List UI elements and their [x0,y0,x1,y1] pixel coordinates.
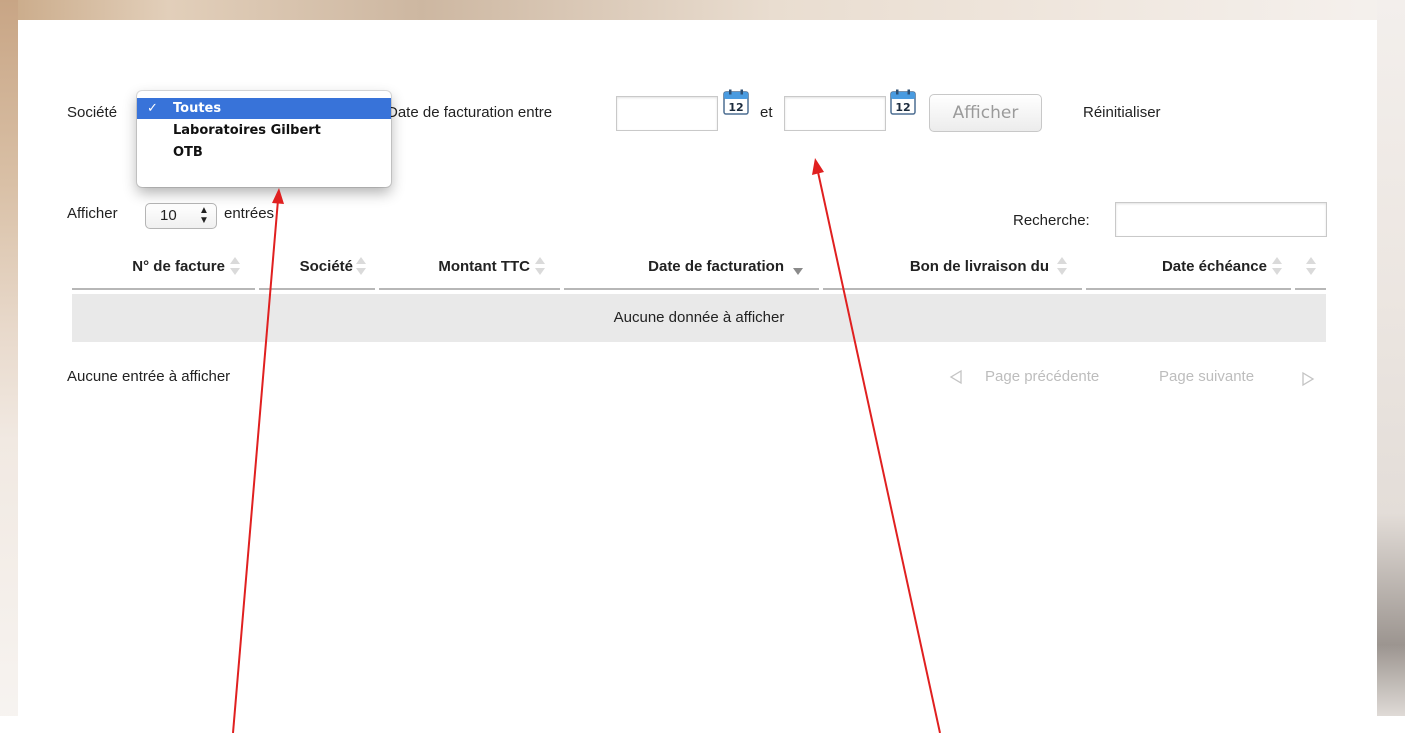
column-header-due-date[interactable]: Date échéance [1086,252,1291,290]
column-header-extra[interactable] [1295,252,1326,290]
column-header-delivery[interactable]: Bon de livraison du [823,252,1082,290]
prev-arrow-icon [948,369,964,389]
background-photo-right [1377,0,1405,733]
entries-length-value: 10 [160,207,177,224]
sort-desc-icon [793,268,803,275]
reset-link[interactable]: Réinitialiser [1083,104,1161,121]
date-to-input[interactable] [784,96,886,131]
previous-page-link[interactable]: Page précédente [985,368,1099,385]
calendar-day-text: 12 [728,101,743,114]
table-info: Aucune entrée à afficher [67,368,231,385]
calendar-icon[interactable]: 12 [723,89,749,115]
sort-both-icon [1272,257,1282,275]
sort-both-icon [356,257,366,275]
entries-label: entrées [224,205,275,222]
select-arrows-icon: ▲ ▼ [199,205,209,226]
search-label: Recherche: [1013,212,1090,229]
societe-dropdown-menu[interactable]: ✓ Toutes Laboratoires Gilbert OTB [137,91,391,187]
date-from-input[interactable] [616,96,718,131]
dropdown-option-laboratoires-gilbert[interactable]: Laboratoires Gilbert [137,120,391,141]
sort-both-icon [1306,257,1316,275]
sort-both-icon [535,257,545,275]
background-photo-top [0,0,1405,20]
column-header-company[interactable]: Société [259,252,375,290]
next-arrow-icon [1300,371,1316,391]
column-header-billing-date[interactable]: Date de facturation [564,252,819,290]
et-label: et [760,104,773,121]
column-header-invoice[interactable]: N° de facture [72,252,255,290]
sort-both-icon [230,257,240,275]
sort-both-icon [1057,257,1067,275]
checkmark-icon: ✓ [147,101,158,116]
afficher-button[interactable]: Afficher [929,94,1042,132]
date-range-label: Date de facturation entre [387,104,553,121]
dropdown-option-otb[interactable]: OTB [137,142,391,163]
calendar-icon[interactable]: 12 [890,89,916,115]
bottom-strip [0,716,1405,733]
societe-label: Société [67,104,118,121]
show-entries-label: Afficher [67,205,118,222]
calendar-day-text: 12 [895,101,910,114]
search-input[interactable] [1115,202,1327,237]
next-page-link[interactable]: Page suivante [1159,368,1254,385]
column-header-amount[interactable]: Montant TTC [379,252,560,290]
table-empty-row: Aucune donnée à afficher [72,294,1326,342]
background-photo-left [0,0,18,733]
dropdown-option-toutes[interactable]: ✓ Toutes [137,98,391,119]
entries-length-select[interactable]: 10 ▲ ▼ [145,203,217,229]
